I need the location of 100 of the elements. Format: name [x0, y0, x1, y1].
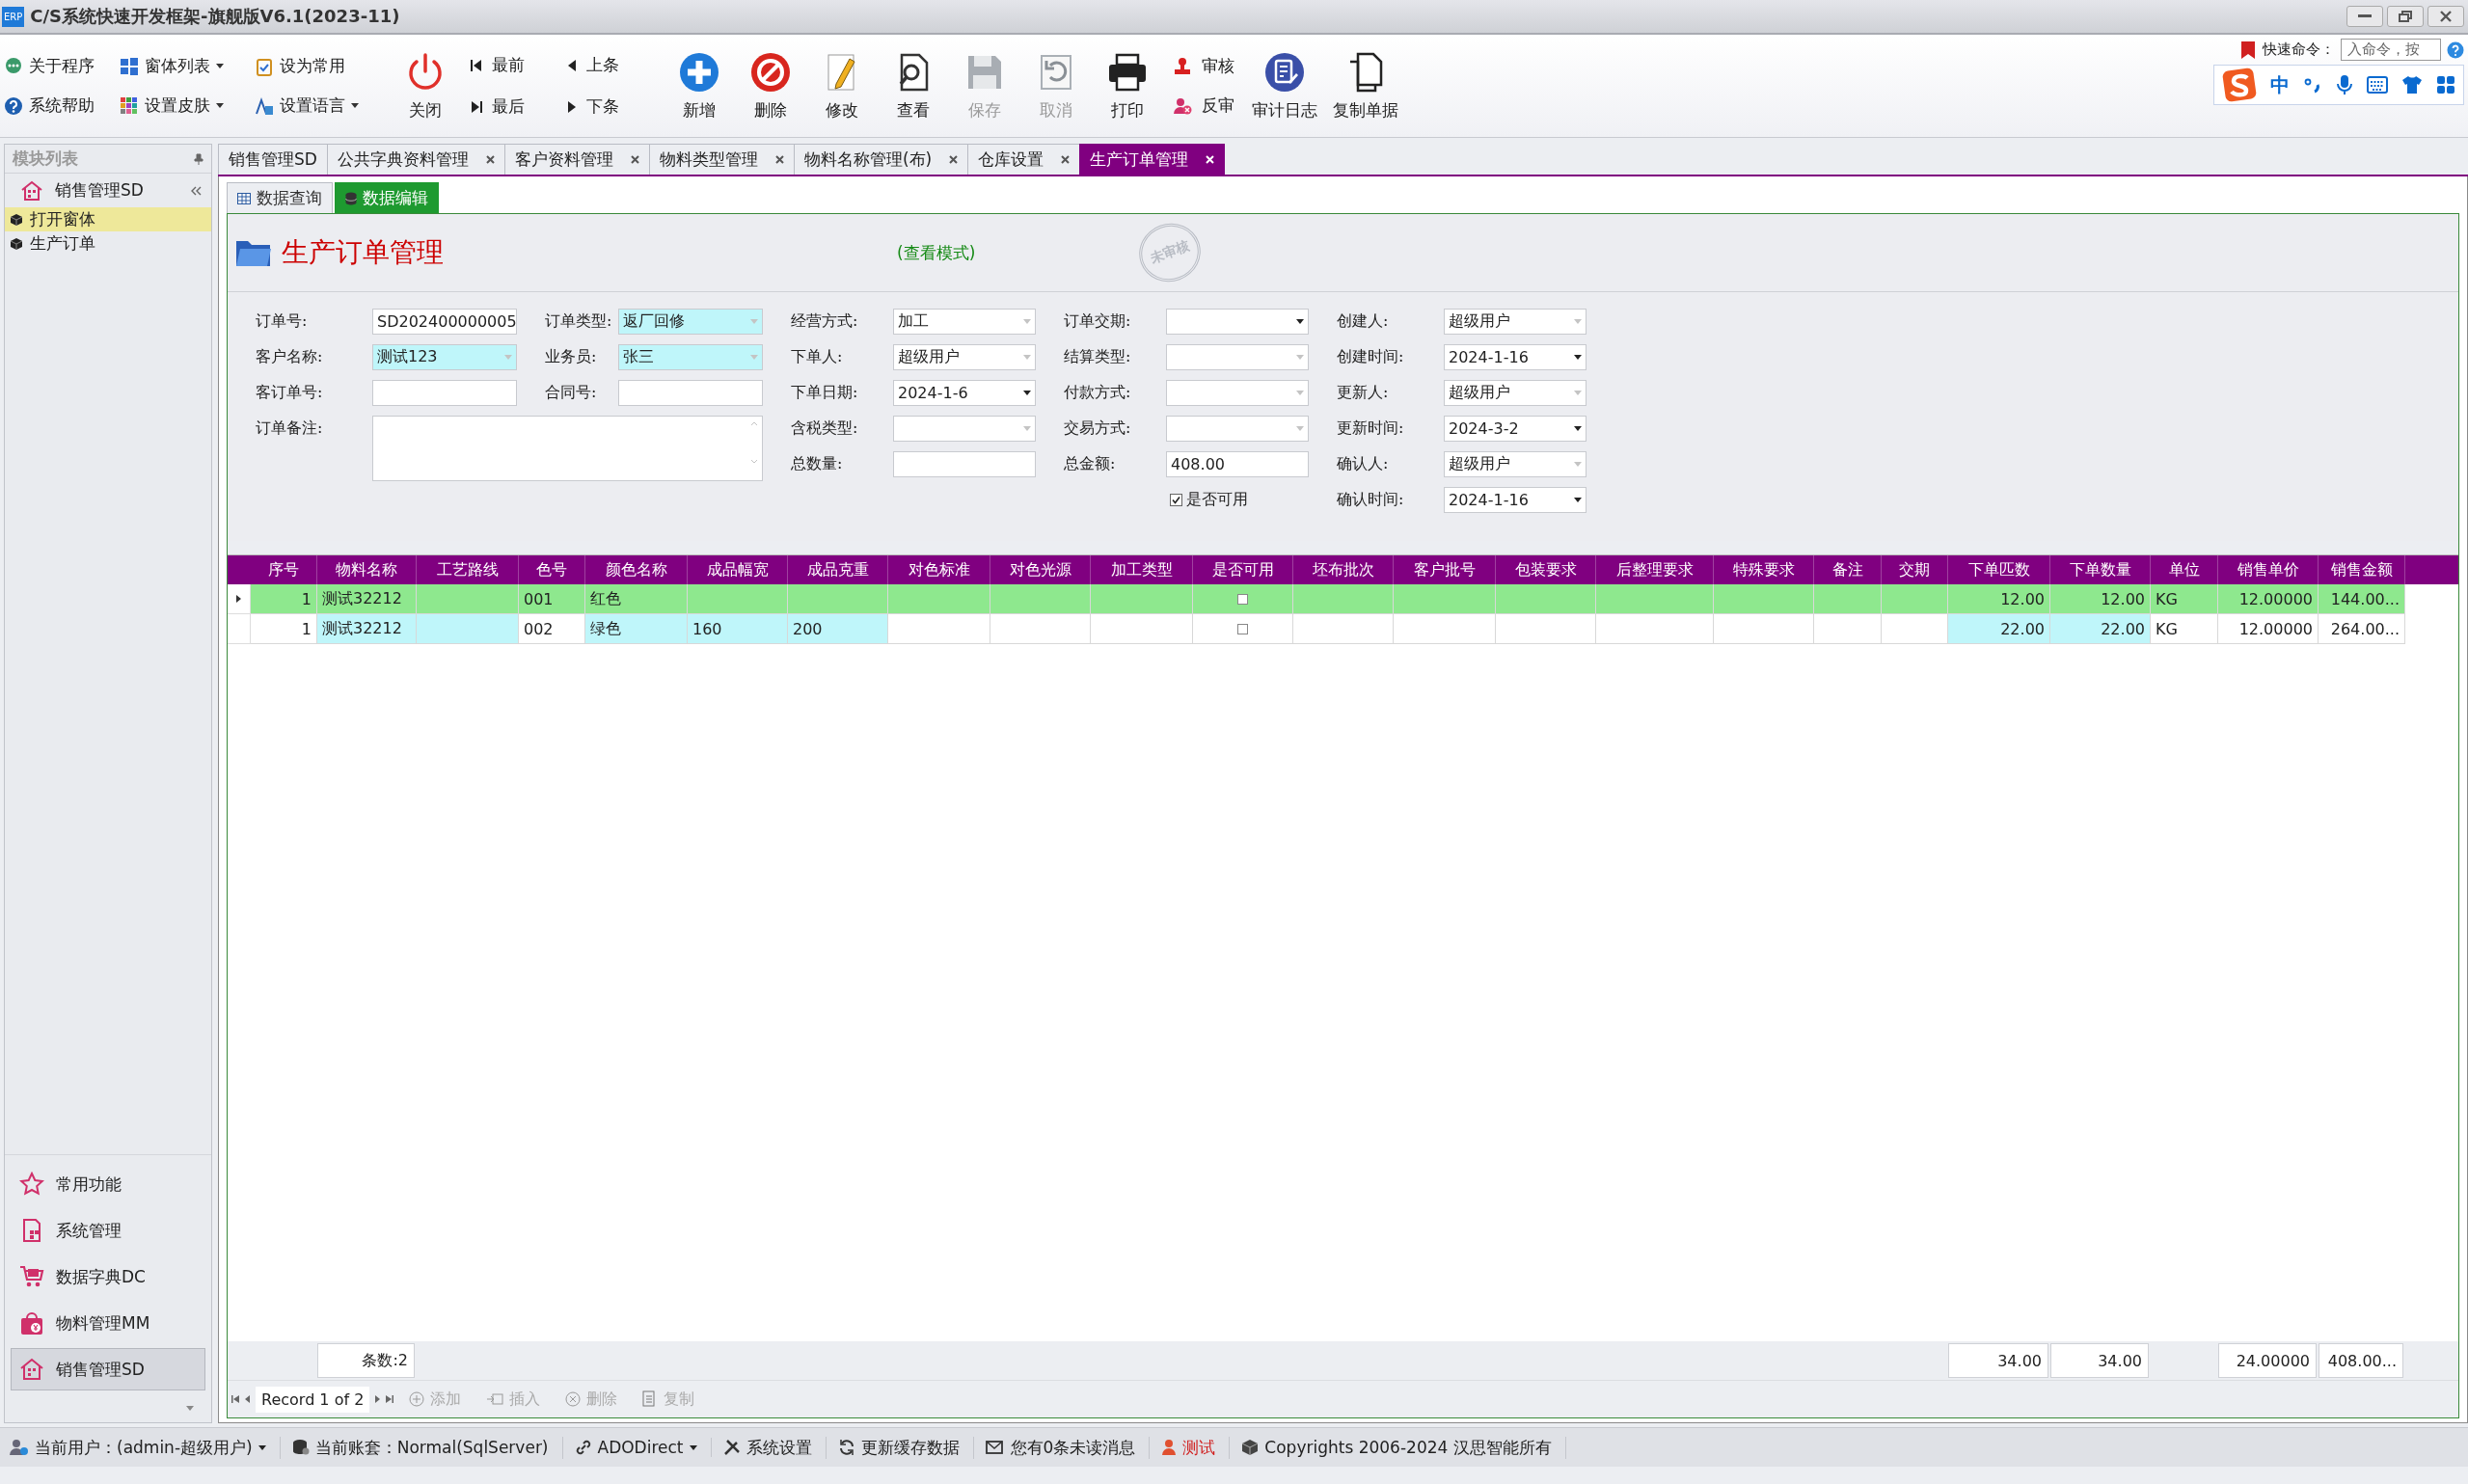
module-item[interactable]: 系统管理: [11, 1209, 205, 1252]
toolbar-button[interactable]: 系统帮助: [4, 94, 120, 117]
dropdown-field[interactable]: [1166, 416, 1309, 442]
toolbar-button[interactable]: 删除: [743, 50, 799, 121]
dropdown-field[interactable]: 超级用户: [1444, 380, 1587, 406]
first-icon[interactable]: [231, 1395, 239, 1403]
toolbar-button[interactable]: 审计日志: [1252, 50, 1317, 121]
caret-icon: [1296, 426, 1304, 431]
dropdown-field[interactable]: [1166, 380, 1309, 406]
status-item[interactable]: 当前账套：Normal(SqlServer): [291, 1436, 563, 1459]
restore-button[interactable]: [2387, 6, 2424, 27]
previous-icon[interactable]: [245, 1395, 250, 1403]
last-icon[interactable]: [386, 1395, 394, 1403]
table-cell: 200: [788, 614, 888, 644]
input-field[interactable]: [372, 380, 517, 406]
dropdown-field[interactable]: [893, 416, 1036, 442]
toolbar-button[interactable]: 审核: [1173, 55, 1234, 77]
view-tab[interactable]: 数据查询: [227, 182, 333, 213]
database-icon: [291, 1439, 310, 1456]
grid-icon[interactable]: [2436, 75, 2455, 94]
dropdown-field[interactable]: 超级用户: [1444, 309, 1587, 335]
input-field[interactable]: [893, 451, 1036, 477]
field-label: 客订单号:: [255, 383, 324, 403]
checkbox[interactable]: [1237, 623, 1248, 634]
keyboard-icon[interactable]: [2367, 76, 2388, 94]
form-title: 生产订单管理: [282, 235, 444, 270]
toolbar-button[interactable]: 设置语言: [255, 94, 380, 117]
toolbar-button[interactable]: 最后: [471, 95, 557, 118]
module-item[interactable]: 数据字典DC: [11, 1255, 205, 1298]
close-button[interactable]: [2427, 6, 2464, 27]
dropdown-field[interactable]: 超级用户: [893, 344, 1036, 370]
table-cell: 12.00: [2050, 584, 2151, 614]
toolbar-button[interactable]: 上条: [567, 54, 654, 76]
dropdown-field[interactable]: [1166, 344, 1309, 370]
clipboard-icon: [255, 56, 274, 76]
toolbar-button[interactable]: 设置皮肤: [120, 94, 255, 117]
status-item[interactable]: 当前用户：(admin-超级用户): [10, 1436, 281, 1459]
table-cell: 红色: [585, 584, 688, 614]
document-tab[interactable]: 生产订单管理: [1079, 144, 1226, 175]
pin-icon[interactable]: [194, 152, 203, 165]
microphone-icon[interactable]: [2336, 74, 2353, 95]
last-icon: [471, 99, 482, 114]
status-item[interactable]: 您有0条未读消息: [985, 1436, 1151, 1459]
input-field[interactable]: SD202400000005: [372, 309, 517, 335]
previous-icon: [567, 58, 577, 72]
toolbar-button[interactable]: 复制单据: [1333, 50, 1398, 121]
module-item[interactable]: 物料管理MM: [11, 1302, 205, 1344]
memo-field[interactable]: [372, 416, 763, 481]
input-field[interactable]: [618, 380, 763, 406]
checkbox[interactable]: [1237, 593, 1248, 605]
tree-item[interactable]: 打开窗体: [5, 207, 211, 231]
dropdown-field[interactable]: 测试123: [372, 344, 517, 370]
dropdown-field[interactable]: 返厂回修: [618, 309, 763, 335]
toolbar-button[interactable]: 反审: [1173, 94, 1234, 117]
dropdown-field[interactable]: 2024-1-16: [1444, 487, 1587, 513]
mail-icon: [985, 1440, 1005, 1455]
dropdown-field[interactable]: 2024-1-6: [893, 380, 1036, 406]
tree-item[interactable]: 生产订单: [5, 231, 211, 256]
module-item[interactable]: 常用功能: [11, 1163, 205, 1205]
document-tab[interactable]: 销售管理SD: [218, 144, 328, 175]
toolbar-button[interactable]: 查看: [885, 50, 941, 121]
status-item[interactable]: ADODirect: [574, 1438, 712, 1457]
dropdown-field[interactable]: 超级用户: [1444, 451, 1587, 477]
toolbar-button[interactable]: 打印: [1099, 50, 1155, 121]
summary-cell: 34.00: [1948, 1343, 2048, 1378]
input-field[interactable]: 408.00: [1166, 451, 1309, 477]
caret-icon[interactable]: [186, 1406, 194, 1411]
dropdown-field[interactable]: 2024-1-16: [1444, 344, 1587, 370]
toolbar-button[interactable]: 新增: [671, 50, 727, 121]
ime-logo-icon[interactable]: [2222, 67, 2257, 102]
quick-command-field[interactable]: 入命令，按: [2341, 39, 2441, 61]
minimize-button[interactable]: [2346, 6, 2383, 27]
status-item[interactable]: 系统设置: [722, 1436, 827, 1459]
close-icon[interactable]: [949, 155, 959, 164]
dropdown-field[interactable]: 2024-3-2: [1444, 416, 1587, 442]
close-icon[interactable]: [485, 155, 495, 164]
status-item[interactable]: 更新缓存数据: [837, 1436, 974, 1459]
toolbar-button[interactable]: 关于程序: [4, 55, 120, 77]
toolbar-button[interactable]: 最前: [471, 54, 557, 76]
close-icon[interactable]: [774, 155, 784, 164]
close-icon[interactable]: [1061, 155, 1071, 164]
status-item[interactable]: Copyrights 2006-2024 汉思智能所有: [1241, 1436, 1566, 1459]
toolbar-button[interactable]: 修改: [814, 50, 870, 121]
dropdown-field[interactable]: [1166, 309, 1309, 335]
dropdown-field[interactable]: 张三: [618, 344, 763, 370]
toolbar-button[interactable]: 窗体列表: [120, 55, 255, 77]
toolbar-button[interactable]: 下条: [567, 95, 654, 118]
table-cell: 264.00...: [2319, 614, 2405, 644]
next-icon[interactable]: [375, 1395, 381, 1403]
toolbar-button[interactable]: 关闭: [397, 50, 453, 121]
module-item[interactable]: 销售管理SD: [11, 1348, 205, 1390]
close-icon[interactable]: [630, 155, 639, 164]
dropdown-field[interactable]: 加工: [893, 309, 1036, 335]
shirt-icon[interactable]: [2401, 75, 2423, 94]
view-tab[interactable]: 数据编辑: [335, 182, 439, 213]
collapse-icon[interactable]: [190, 185, 202, 196]
toolbar-button[interactable]: 设为常用: [255, 55, 380, 77]
checkbox[interactable]: 是否可用: [1166, 490, 1333, 510]
status-item[interactable]: 测试: [1161, 1436, 1231, 1459]
ime-mode-button[interactable]: 中: [2270, 71, 2290, 98]
